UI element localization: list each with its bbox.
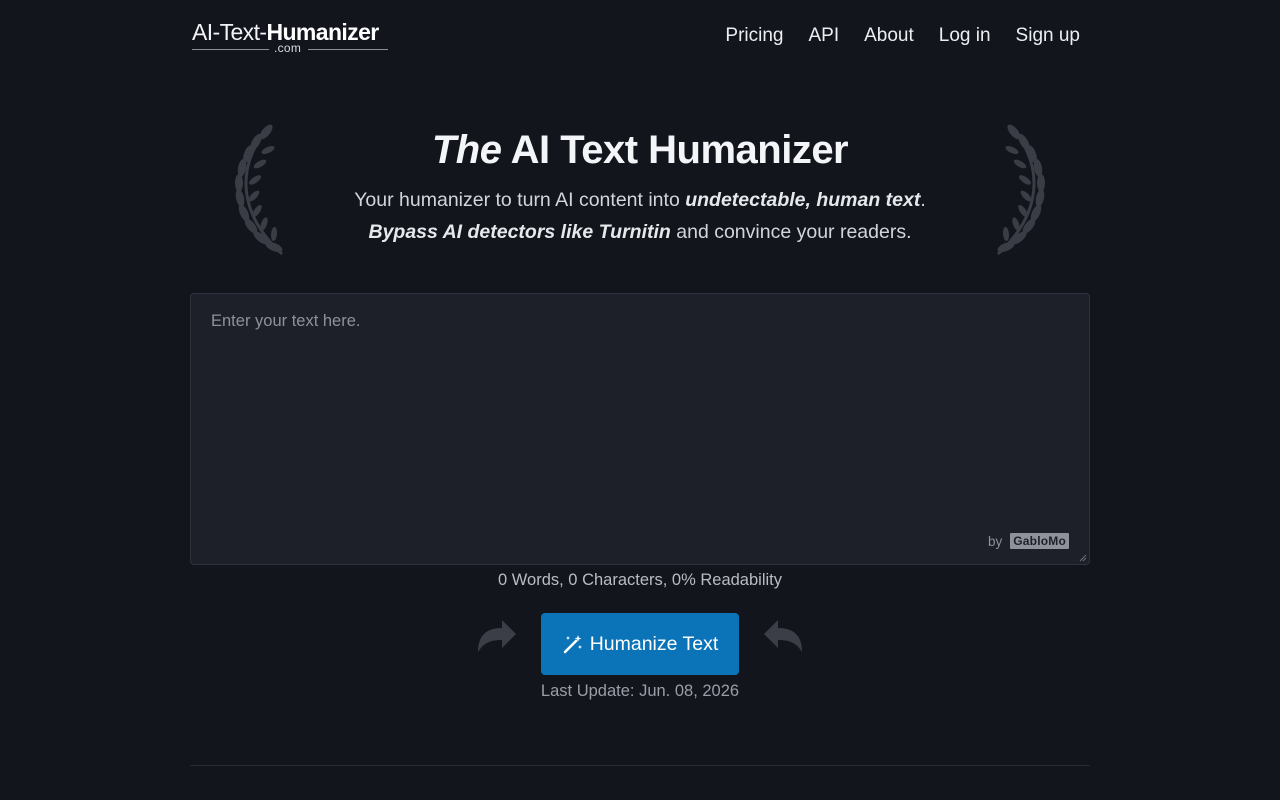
logo-text-light: AI-Text- bbox=[192, 19, 267, 45]
nav-pricing[interactable]: Pricing bbox=[725, 22, 783, 50]
last-update-text: Last Update: Jun. 08, 2026 bbox=[540, 682, 740, 700]
subtitle-line-2: Bypass AI detectors like Turnitin and co… bbox=[190, 216, 1090, 248]
nav-log-in[interactable]: Log in bbox=[939, 22, 991, 50]
section-divider bbox=[190, 765, 1090, 766]
nav-api[interactable]: API bbox=[808, 22, 839, 50]
subtitle-text-2: and convince your readers. bbox=[670, 221, 912, 243]
laurel-right-icon bbox=[996, 124, 1045, 256]
subtitle-emphasis-2: Bypass AI detectors like Turnitin bbox=[368, 221, 671, 243]
text-editor: by GabloMo bbox=[190, 293, 1090, 565]
magic-wand-icon bbox=[563, 635, 582, 654]
humanize-text-button[interactable]: Humanize Text bbox=[541, 613, 739, 675]
logo-rule-right bbox=[308, 49, 388, 50]
hero-section: The AI Text Humanizer Your humanizer to … bbox=[190, 112, 1090, 262]
main-nav: Pricing API About Log in Sign up bbox=[725, 22, 1080, 50]
subtitle-text: Your humanizer to turn AI content into bbox=[354, 189, 686, 211]
nav-about[interactable]: About bbox=[864, 22, 914, 50]
humanize-button-label: Humanize Text bbox=[589, 632, 719, 655]
page-title: The AI Text Humanizer bbox=[190, 126, 1090, 174]
site-header: AI-Text-Humanizer .com Pricing API About… bbox=[0, 0, 1280, 72]
byline-label: by bbox=[988, 533, 1003, 549]
title-main: AI Text Humanizer bbox=[501, 128, 849, 172]
title-emphasis: The bbox=[431, 128, 502, 172]
subtitle-line-1: Your humanizer to turn AI content into u… bbox=[190, 184, 1090, 216]
subtitle-period: . bbox=[920, 189, 926, 211]
site-logo[interactable]: AI-Text-Humanizer .com bbox=[192, 18, 392, 58]
text-stats: 0 Words, 0 Characters, 0% Readability bbox=[498, 571, 782, 589]
brand-badge[interactable]: GabloMo bbox=[1010, 533, 1069, 549]
curved-arrow-left-icon bbox=[764, 620, 802, 652]
hero-subtitle: Your humanizer to turn AI content into u… bbox=[190, 184, 1090, 248]
logo-domain-suffix: .com bbox=[274, 41, 302, 55]
logo-rule-left bbox=[192, 49, 269, 50]
text-input[interactable] bbox=[191, 294, 1089, 564]
editor-byline: by GabloMo bbox=[988, 533, 1069, 549]
curved-arrow-right-icon bbox=[478, 620, 516, 652]
subtitle-emphasis: undetectable, human text bbox=[685, 189, 921, 211]
nav-sign-up[interactable]: Sign up bbox=[1016, 22, 1080, 50]
resize-grip-icon[interactable] bbox=[1079, 554, 1087, 562]
